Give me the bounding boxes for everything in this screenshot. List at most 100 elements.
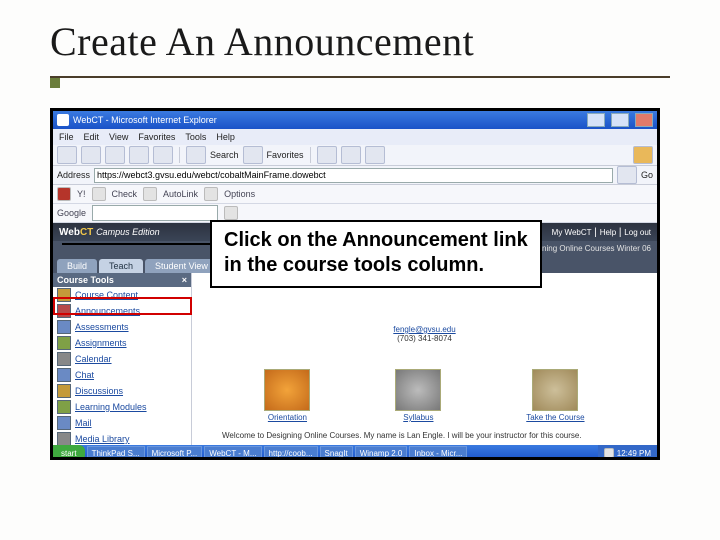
system-tray[interactable]: 12:49 PM — [598, 445, 657, 460]
go-label: Go — [641, 170, 653, 180]
sidebar-item-learning-modules[interactable]: Learning Modules — [53, 399, 191, 415]
media-icon — [57, 432, 71, 445]
yahoo-icon[interactable] — [57, 187, 71, 201]
refresh-button[interactable] — [129, 146, 149, 164]
address-bar: Address Go — [53, 166, 657, 185]
chat-icon — [57, 368, 71, 382]
yahoo-toolbar: Y! Check AutoLink Options — [53, 185, 657, 204]
nav-toolbar: Search Favorites — [53, 145, 657, 166]
minimize-button[interactable] — [587, 113, 605, 127]
brand-edition: Campus Edition — [96, 227, 160, 237]
search-button[interactable] — [186, 146, 206, 164]
tab-build[interactable]: Build — [57, 259, 97, 273]
google-label: Google — [57, 208, 86, 218]
options-icon[interactable] — [204, 187, 218, 201]
module-icon — [57, 400, 71, 414]
yahoo-search-icon[interactable] — [92, 187, 106, 201]
stop-button[interactable] — [105, 146, 125, 164]
link-logout[interactable]: Log out — [624, 228, 651, 237]
address-input[interactable] — [94, 168, 613, 183]
assign-icon — [57, 336, 71, 350]
back-button[interactable] — [57, 146, 77, 164]
menu-view[interactable]: View — [109, 132, 128, 142]
icon-orientation[interactable]: Orientation — [264, 369, 310, 422]
window-title-text: WebCT - Microsoft Internet Explorer — [73, 115, 217, 125]
mail-icon — [57, 416, 71, 430]
syllabus-icon — [395, 369, 441, 411]
orientation-icon — [264, 369, 310, 411]
forward-button[interactable] — [81, 146, 101, 164]
task-4[interactable]: http://coob... — [264, 446, 318, 460]
autolink-icon[interactable] — [143, 187, 157, 201]
clock: 12:49 PM — [617, 449, 651, 458]
sidebar-item-discussions[interactable]: Discussions — [53, 383, 191, 399]
contact-email[interactable]: fengle@gvsu.edu — [192, 325, 657, 334]
start-button[interactable]: start — [53, 445, 85, 460]
sidebar-item-media-library[interactable]: Media Library — [53, 431, 191, 445]
ie-icon — [57, 114, 69, 126]
mail-button[interactable] — [341, 146, 361, 164]
tray-icon[interactable] — [604, 448, 614, 458]
callout-line-1: Click on the Announcement link — [224, 228, 528, 253]
sidebar-item-assessments[interactable]: Assessments — [53, 319, 191, 335]
task-7[interactable]: Inbox - Micr... — [409, 446, 467, 460]
sidebar-item-course-content[interactable]: Course Content — [53, 287, 191, 303]
course-icons-row: Orientation Syllabus Take the Course — [192, 369, 657, 422]
history-button[interactable] — [317, 146, 337, 164]
menu-file[interactable]: File — [59, 132, 74, 142]
address-label: Address — [57, 170, 90, 180]
brand-prefix: Web — [59, 227, 80, 238]
brand-suffix: CT — [80, 227, 93, 238]
favorites-label: Favorites — [267, 150, 304, 160]
goog-autolink[interactable]: AutoLink — [163, 189, 198, 199]
take-course-icon — [532, 369, 578, 411]
sidebar-item-announcements[interactable]: Announcements — [53, 303, 191, 319]
task-2[interactable]: Microsoft P... — [147, 446, 203, 460]
task-6[interactable]: Winamp 2.0 — [355, 446, 408, 460]
sidebar-header-course-tools: Course Tools× — [53, 273, 191, 287]
discuss-icon — [57, 384, 71, 398]
icon-syllabus[interactable]: Syllabus — [395, 369, 441, 422]
icon-take-course[interactable]: Take the Course — [526, 369, 584, 422]
announce-icon — [57, 304, 71, 318]
slide-title: Create An Announcement — [50, 18, 670, 65]
folder-icon — [57, 288, 71, 302]
yahoo-label: Y! — [77, 189, 86, 199]
callout-connector — [62, 243, 210, 245]
contact-block: fengle@gvsu.edu (703) 341-8074 — [192, 325, 657, 343]
collapse-icon[interactable]: × — [182, 275, 187, 285]
google-search-icon[interactable] — [224, 206, 238, 220]
callout-line-2: in the course tools column. — [224, 253, 528, 278]
close-button[interactable] — [635, 113, 653, 127]
link-mywebct[interactable]: My WebCT — [552, 228, 592, 237]
sidebar-item-assignments[interactable]: Assignments — [53, 335, 191, 351]
instruction-callout: Click on the Announcement link in the co… — [210, 220, 542, 288]
menu-tools[interactable]: Tools — [185, 132, 206, 142]
goog-options[interactable]: Options — [224, 189, 255, 199]
favorites-button[interactable] — [243, 146, 263, 164]
menubar: File Edit View Favorites Tools Help — [53, 129, 657, 145]
sidebar-item-calendar[interactable]: Calendar — [53, 351, 191, 367]
sidebar-item-mail[interactable]: Mail — [53, 415, 191, 431]
tab-student-view[interactable]: Student View — [145, 259, 218, 273]
task-5[interactable]: SnagIt — [320, 446, 353, 460]
sidebar-item-chat[interactable]: Chat — [53, 367, 191, 383]
accent-square — [50, 78, 60, 88]
home-button[interactable] — [153, 146, 173, 164]
welcome-text: Welcome to Designing Online Courses. My … — [222, 431, 637, 445]
go-button[interactable] — [617, 166, 637, 184]
contact-phone: (703) 341-8074 — [192, 334, 657, 343]
task-3[interactable]: WebCT - M... — [204, 446, 261, 460]
maximize-button[interactable] — [611, 113, 629, 127]
tab-teach[interactable]: Teach — [99, 259, 143, 273]
menu-favorites[interactable]: Favorites — [138, 132, 175, 142]
task-1[interactable]: ThinkPad S... — [87, 446, 145, 460]
google-search-input[interactable] — [92, 205, 218, 221]
print-button[interactable] — [365, 146, 385, 164]
menu-edit[interactable]: Edit — [84, 132, 100, 142]
link-help[interactable]: Help — [600, 228, 616, 237]
menu-help[interactable]: Help — [216, 132, 235, 142]
assess-icon — [57, 320, 71, 334]
snagit-button[interactable] — [633, 146, 653, 164]
goog-check[interactable]: Check — [112, 189, 138, 199]
